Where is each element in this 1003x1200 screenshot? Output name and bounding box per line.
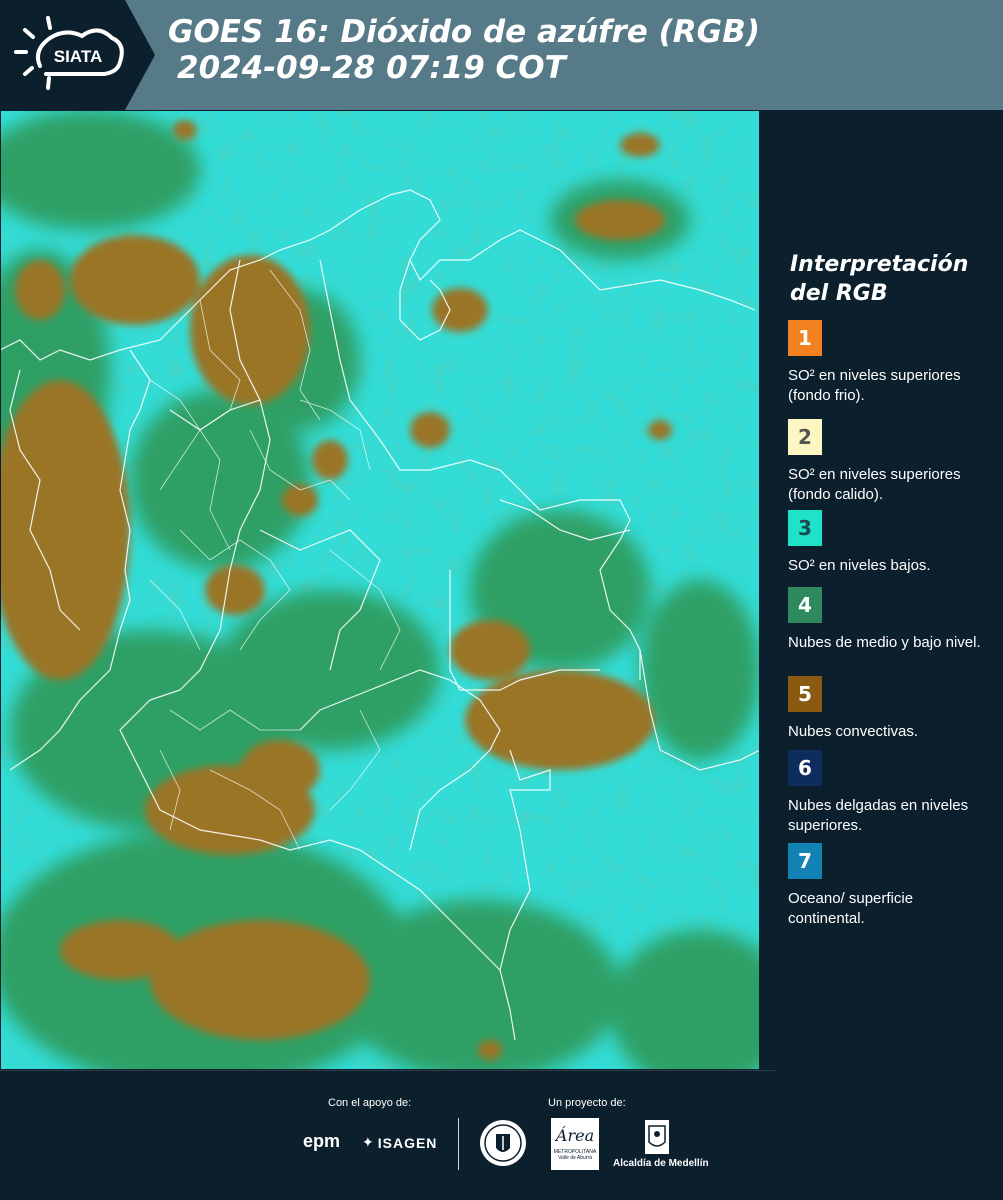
university-seal-icon — [480, 1120, 526, 1166]
legend-text-7: Oceano/ superficie continental. — [788, 890, 914, 927]
legend-item-3: 3 SO² en niveles bajos. — [788, 510, 988, 576]
legend-title: Interpretación del RGB — [790, 250, 968, 308]
logo-text: SIATA — [54, 47, 102, 66]
support-label: Con el apoyo de: — [328, 1097, 412, 1109]
legend-text-2: SO² en niveles superiores (fondo calido)… — [788, 466, 961, 503]
legend-swatch-4: 4 — [788, 587, 822, 623]
title-line-1: GOES 16: Dióxido de azúfre (RGB) — [168, 14, 760, 50]
legend-item-7: 7 Oceano/ superficie continental. — [788, 843, 988, 929]
legend-text-4: Nubes de medio y bajo nivel. — [788, 634, 981, 651]
legend-swatch-7: 7 — [788, 843, 822, 879]
legend-item-2: 2 SO² en niveles superiores (fondo calid… — [788, 419, 988, 505]
page-title: GOES 16: Dióxido de azúfre (RGB) 2024-09… — [168, 14, 760, 86]
area-logo-text: Área — [555, 1126, 595, 1145]
satellite-map — [0, 110, 760, 1070]
legend-text-1: SO² en niveles superiores (fondo frio). — [788, 367, 961, 404]
footer-divider — [0, 1070, 775, 1071]
legend-swatch-5: 5 — [788, 676, 822, 712]
legend-swatch-1: 1 — [788, 320, 822, 356]
legend-item-6: 6 Nubes delgadas en niveles superiores. — [788, 750, 988, 836]
header-bar: SIATA GOES 16: Dióxido de azúfre (RGB) 2… — [0, 0, 1003, 110]
legend-item-5: 5 Nubes convectivas. — [788, 676, 988, 742]
area-logo-line2: Valle de Aburrá — [558, 1155, 592, 1161]
footer-separator — [458, 1118, 459, 1170]
legend-text-6: Nubes delgadas en niveles superiores. — [788, 797, 969, 834]
legend-text-5: Nubes convectivas. — [788, 723, 919, 740]
alcaldia-label: Alcaldía de Medellín — [613, 1158, 709, 1169]
area-metropolitana-logo: Área METROPOLITANA Valle de Aburrá — [551, 1118, 599, 1170]
siata-logo-tab: SIATA — [0, 0, 155, 110]
legend-item-1: 1 SO² en niveles superiores (fondo frio)… — [788, 320, 988, 406]
project-label: Un proyecto de: — [548, 1097, 626, 1109]
isagen-mark-icon: ✦ — [362, 1134, 374, 1150]
legend-title-line-2: del RGB — [790, 281, 888, 306]
title-line-2: 2024-09-28 07:19 COT — [177, 50, 566, 86]
legend-text-3: SO² en niveles bajos. — [788, 557, 931, 574]
legend-swatch-2: 2 — [788, 419, 822, 455]
legend-panel: Interpretación del RGB 1 SO² en niveles … — [760, 110, 1003, 1070]
legend-title-line-1: Interpretación — [790, 252, 969, 277]
legend-item-4: 4 Nubes de medio y bajo nivel. — [788, 587, 988, 653]
epm-logo: epm — [303, 1131, 341, 1151]
legend-swatch-6: 6 — [788, 750, 822, 786]
medellin-coat-of-arms-icon — [645, 1120, 669, 1154]
isagen-logo: ✦ ISAGEN — [362, 1134, 437, 1151]
isagen-text: ISAGEN — [377, 1134, 438, 1151]
legend-swatch-3: 3 — [788, 510, 822, 546]
